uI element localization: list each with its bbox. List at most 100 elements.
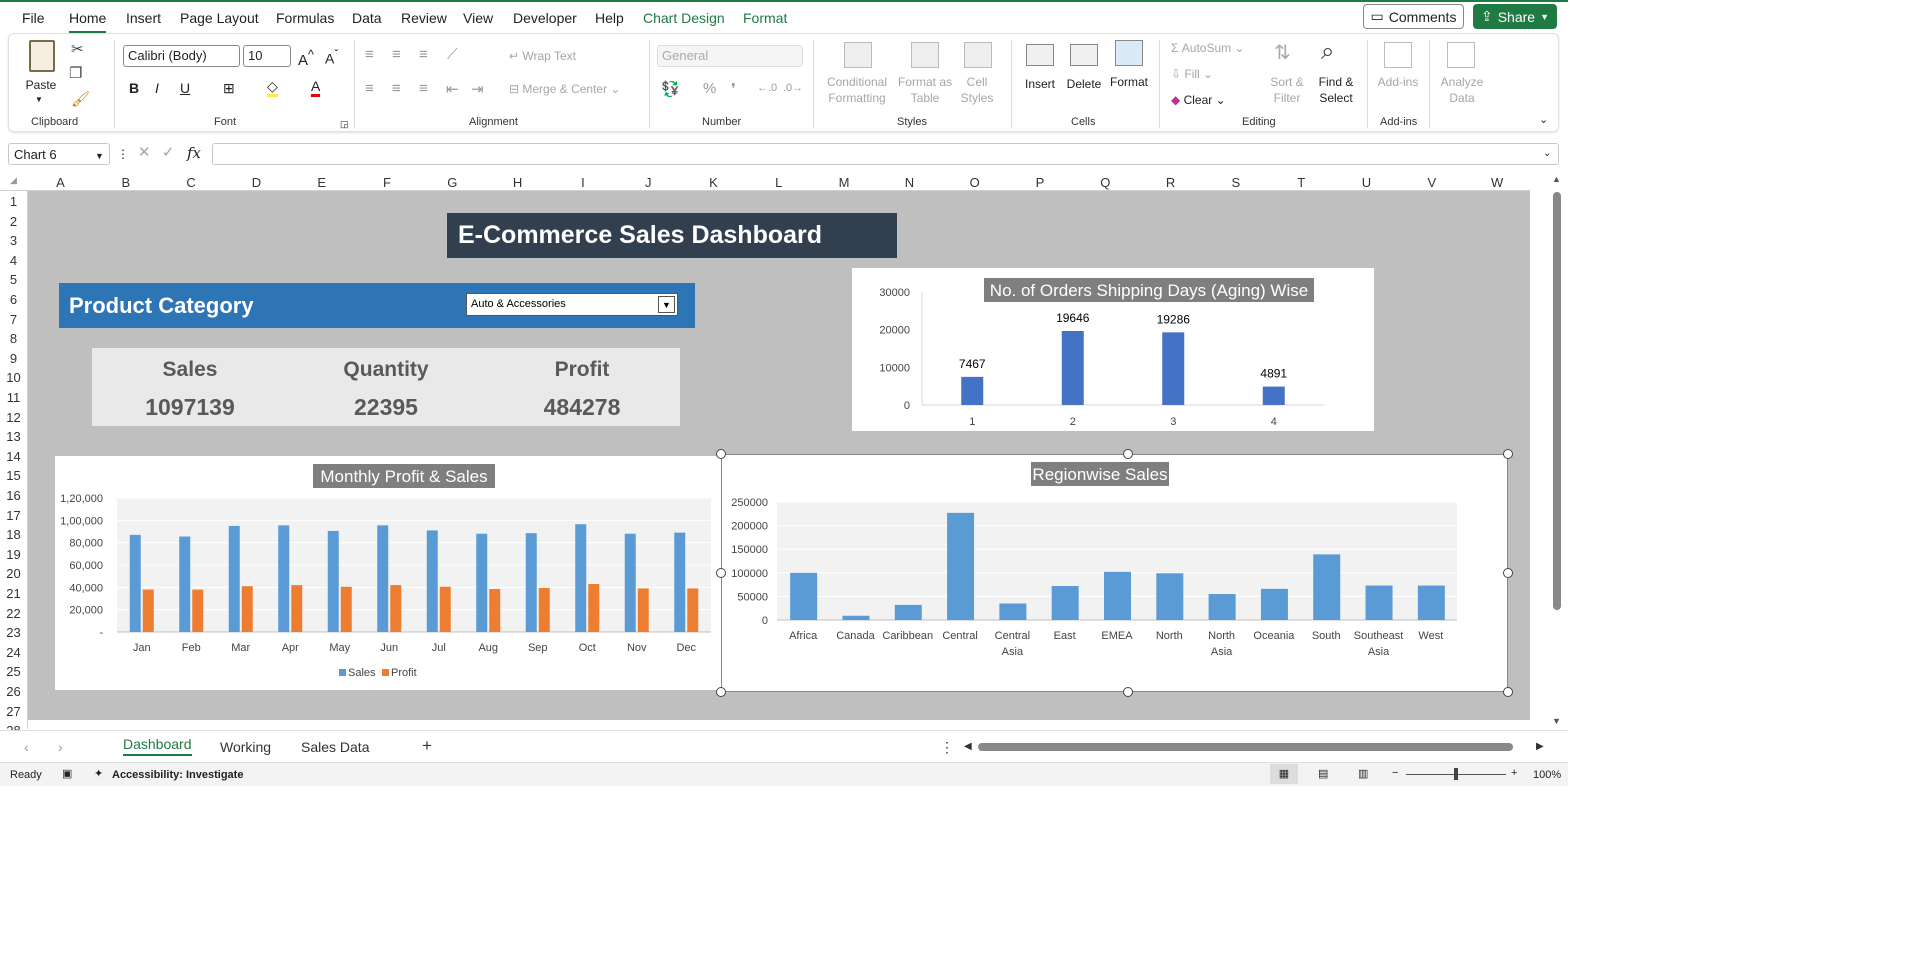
conditional-formatting-icon[interactable] bbox=[844, 42, 872, 68]
row-header[interactable]: 15 bbox=[0, 468, 27, 483]
insert-cells-icon[interactable] bbox=[1026, 44, 1054, 66]
hscroll-left-icon[interactable]: ◀ bbox=[964, 741, 972, 752]
fill-button[interactable]: ⇩ Fill ⌄ bbox=[1171, 66, 1231, 82]
resize-handle[interactable] bbox=[1123, 687, 1133, 697]
find-select-button[interactable]: Find & Select bbox=[1311, 74, 1361, 106]
orientation-icon[interactable]: ⟋ bbox=[447, 46, 458, 63]
sort-filter-icon[interactable]: ⇅ bbox=[1274, 40, 1291, 65]
sheet-tab-working[interactable]: Working bbox=[220, 739, 271, 755]
row-header[interactable]: 6 bbox=[0, 292, 27, 307]
font-dialog-launcher-icon[interactable]: ◲ bbox=[340, 116, 349, 132]
macro-record-icon[interactable]: ▣ bbox=[62, 767, 72, 780]
align-middle-icon[interactable]: ≡ bbox=[392, 46, 401, 63]
row-header[interactable]: 14 bbox=[0, 449, 27, 464]
row-header[interactable]: 26 bbox=[0, 684, 27, 699]
category-dropdown[interactable]: Auto & Accessories ▼ bbox=[466, 293, 678, 316]
hscroll-right-icon[interactable]: ▶ bbox=[1536, 741, 1544, 752]
delete-cells-icon[interactable] bbox=[1070, 44, 1098, 66]
row-header[interactable]: 7 bbox=[0, 312, 27, 327]
zoom-slider-thumb[interactable] bbox=[1454, 768, 1458, 780]
resize-handle[interactable] bbox=[716, 687, 726, 697]
sheet-tab-sales-data[interactable]: Sales Data bbox=[301, 739, 369, 755]
align-right-icon[interactable]: ≡ bbox=[419, 80, 428, 97]
row-header[interactable]: 10 bbox=[0, 370, 27, 385]
column-header[interactable]: N bbox=[877, 175, 942, 190]
copy-icon[interactable]: ❐ bbox=[69, 64, 82, 82]
row-header[interactable]: 24 bbox=[0, 645, 27, 660]
tab-developer[interactable]: Developer bbox=[513, 10, 577, 26]
prev-sheet-icon[interactable]: ‹ bbox=[24, 739, 29, 755]
tab-format[interactable]: Format bbox=[743, 10, 787, 26]
row-header[interactable]: 27 bbox=[0, 704, 27, 719]
wrap-text-button[interactable]: ↵ Wrap Text bbox=[509, 48, 589, 64]
conditional-formatting-button[interactable]: Conditional Formatting bbox=[819, 74, 895, 106]
column-header[interactable]: M bbox=[812, 175, 877, 190]
column-header[interactable]: C bbox=[159, 175, 224, 190]
column-header[interactable]: K bbox=[681, 175, 746, 190]
select-all-corner[interactable]: ◢ bbox=[10, 175, 17, 186]
fill-color-icon[interactable]: ◇ bbox=[267, 78, 278, 97]
percent-icon[interactable]: % bbox=[703, 80, 716, 97]
row-header[interactable]: 23 bbox=[0, 625, 27, 640]
column-header[interactable]: G bbox=[420, 175, 485, 190]
decrease-indent-icon[interactable]: ⇤ bbox=[446, 80, 459, 98]
align-bottom-icon[interactable]: ≡ bbox=[419, 46, 428, 63]
format-painter-icon[interactable]: 🖌 bbox=[71, 90, 90, 108]
comma-style-icon[interactable]: ❜ bbox=[731, 80, 736, 98]
tab-file[interactable]: File bbox=[22, 10, 45, 26]
column-header[interactable]: T bbox=[1269, 175, 1334, 190]
column-header[interactable]: D bbox=[224, 175, 289, 190]
row-header[interactable]: 17 bbox=[0, 508, 27, 523]
next-sheet-icon[interactable]: › bbox=[58, 739, 63, 755]
chevron-down-icon[interactable]: ▼ bbox=[35, 92, 43, 108]
accessibility-status[interactable]: Accessibility: Investigate bbox=[112, 769, 243, 781]
insert-function-icon[interactable]: fx bbox=[187, 145, 201, 161]
sheet-area[interactable]: E-Commerce Sales Dashboard Product Categ… bbox=[28, 191, 1530, 720]
more-options-icon[interactable]: ⋮ bbox=[940, 739, 954, 756]
format-as-table-icon[interactable] bbox=[911, 42, 939, 68]
row-header[interactable]: 12 bbox=[0, 410, 27, 425]
analyze-data-icon[interactable] bbox=[1447, 42, 1475, 68]
formula-input[interactable] bbox=[212, 143, 1559, 165]
borders-icon[interactable]: ⊞ bbox=[223, 80, 235, 96]
row-header[interactable]: 18 bbox=[0, 527, 27, 542]
resize-handle[interactable] bbox=[716, 568, 726, 578]
align-center-icon[interactable]: ≡ bbox=[392, 80, 401, 97]
row-header[interactable]: 2 bbox=[0, 214, 27, 229]
column-header[interactable]: A bbox=[28, 175, 93, 190]
column-header[interactable]: B bbox=[93, 175, 158, 190]
delete-cells-button[interactable]: Delete bbox=[1063, 76, 1105, 92]
tab-view[interactable]: View bbox=[463, 10, 493, 26]
monthly-profit-sales-chart[interactable]: Monthly Profit & Sales 1,20,000 1,00,000 80… bbox=[55, 456, 726, 690]
column-header[interactable]: P bbox=[1008, 175, 1073, 190]
tab-review[interactable]: Review bbox=[401, 10, 447, 26]
shipping-days-chart[interactable]: No. of Orders Shipping Days (Aging) Wise… bbox=[852, 268, 1374, 431]
clear-button[interactable]: ◆ Clear ⌄ bbox=[1171, 92, 1241, 108]
zoom-level[interactable]: 100% bbox=[1533, 769, 1561, 781]
column-header[interactable]: J bbox=[616, 175, 681, 190]
collapse-ribbon-icon[interactable]: ⌄ bbox=[1539, 112, 1548, 128]
column-header[interactable]: W bbox=[1465, 175, 1530, 190]
underline-icon[interactable]: U bbox=[180, 80, 190, 96]
resize-handle[interactable] bbox=[1503, 687, 1513, 697]
insert-cells-button[interactable]: Insert bbox=[1021, 76, 1059, 92]
increase-indent-icon[interactable]: ⇥ bbox=[471, 80, 484, 98]
cell-styles-button[interactable]: Cell Styles bbox=[955, 74, 999, 106]
format-as-table-button[interactable]: Format as Table bbox=[895, 74, 955, 106]
format-cells-button[interactable]: Format bbox=[1107, 74, 1151, 90]
column-header[interactable]: F bbox=[355, 175, 420, 190]
chevron-down-icon[interactable]: ▼ bbox=[95, 148, 104, 164]
format-cells-icon[interactable] bbox=[1115, 40, 1143, 66]
tab-page-layout[interactable]: Page Layout bbox=[180, 10, 259, 26]
row-header[interactable]: 20 bbox=[0, 566, 27, 581]
resize-handle[interactable] bbox=[1123, 449, 1133, 459]
autosum-button[interactable]: Σ AutoSum ⌄ bbox=[1171, 40, 1261, 56]
tab-chart-design[interactable]: Chart Design bbox=[643, 10, 725, 26]
page-layout-view-icon[interactable]: ▤ bbox=[1318, 767, 1328, 780]
add-ins-icon[interactable] bbox=[1384, 42, 1412, 68]
column-header[interactable]: U bbox=[1334, 175, 1399, 190]
resize-handle[interactable] bbox=[716, 449, 726, 459]
scroll-thumb[interactable] bbox=[1553, 192, 1561, 610]
row-header[interactable]: 3 bbox=[0, 233, 27, 248]
increase-decimal-icon[interactable]: ←.0 bbox=[757, 82, 777, 94]
